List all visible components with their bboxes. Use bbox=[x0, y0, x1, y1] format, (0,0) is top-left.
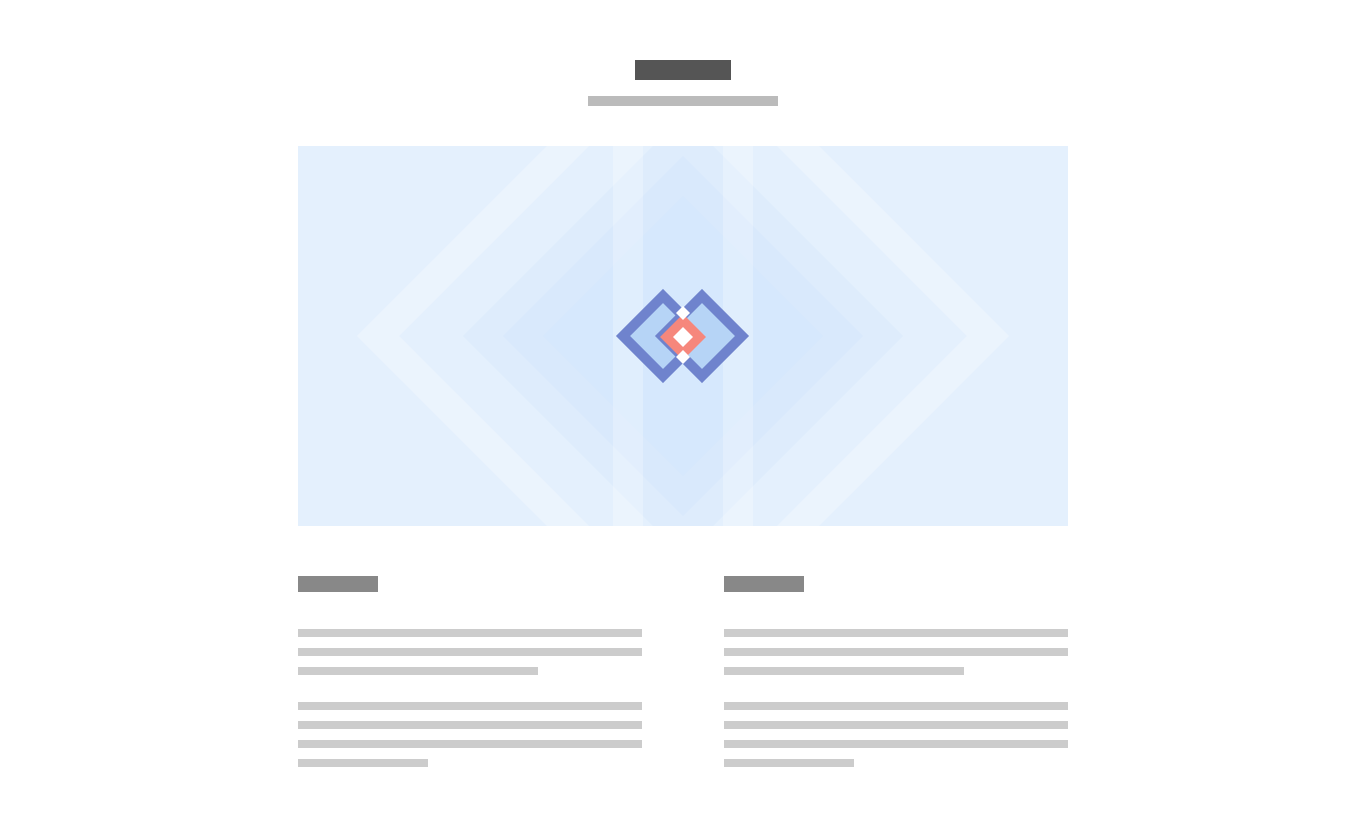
page-title-placeholder bbox=[635, 60, 731, 80]
text-line bbox=[298, 667, 538, 675]
text-line bbox=[724, 667, 964, 675]
hero-graphic bbox=[356, 146, 1010, 526]
text-line bbox=[298, 721, 642, 729]
text-line bbox=[298, 740, 642, 748]
right-column-heading-placeholder bbox=[724, 576, 804, 592]
left-paragraph-1 bbox=[298, 629, 642, 675]
text-line bbox=[724, 759, 854, 767]
text-line bbox=[298, 759, 428, 767]
left-column-heading-placeholder bbox=[298, 576, 378, 592]
left-column bbox=[298, 576, 642, 794]
right-paragraph-2 bbox=[724, 702, 1068, 767]
text-line bbox=[724, 740, 1068, 748]
left-paragraph-2 bbox=[298, 702, 642, 767]
right-paragraph-1 bbox=[724, 629, 1068, 675]
right-column bbox=[724, 576, 1068, 794]
text-line bbox=[724, 721, 1068, 729]
page-subtitle-placeholder bbox=[588, 96, 778, 106]
text-line bbox=[298, 629, 642, 637]
text-line bbox=[298, 702, 642, 710]
page bbox=[0, 0, 1366, 837]
text-line bbox=[724, 648, 1068, 656]
text-line bbox=[724, 629, 1068, 637]
text-line bbox=[298, 648, 642, 656]
text-line bbox=[724, 702, 1068, 710]
hero-image bbox=[298, 146, 1068, 526]
